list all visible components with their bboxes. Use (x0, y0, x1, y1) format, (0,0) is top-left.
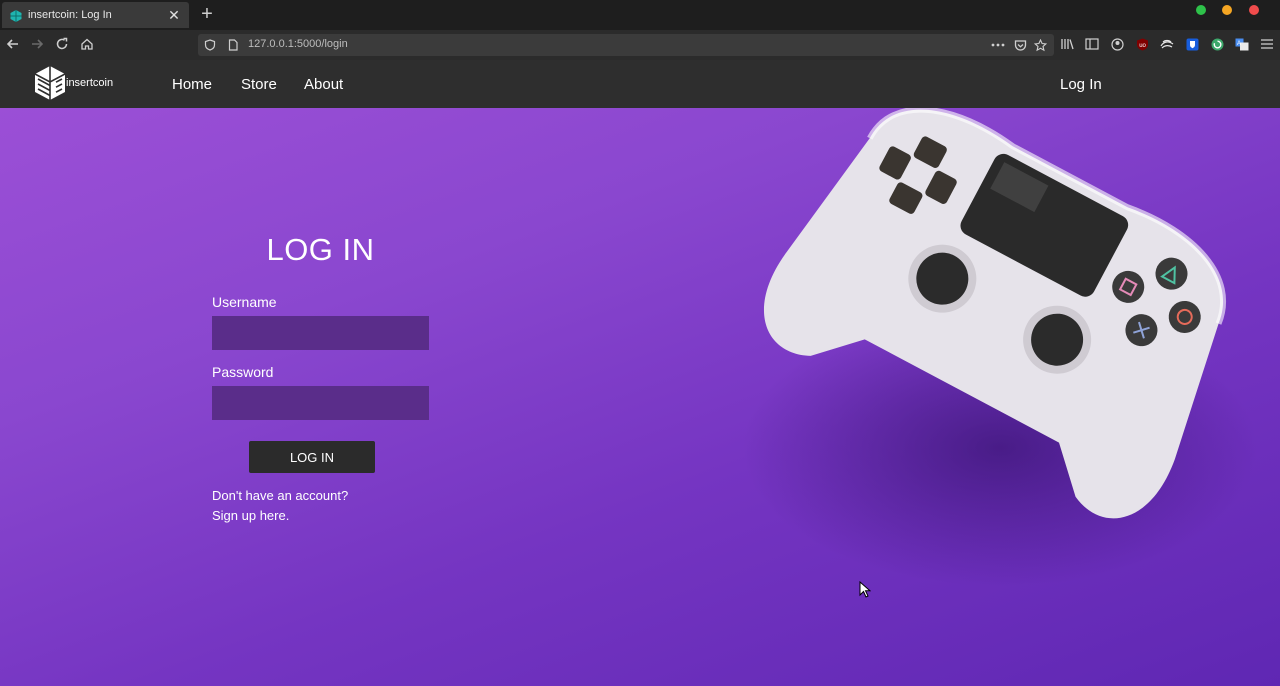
tracking-shield-icon[interactable] (202, 37, 218, 53)
svg-text:uo: uo (1139, 43, 1146, 49)
username-input[interactable] (212, 316, 429, 350)
tab-close-icon[interactable]: ✕ (167, 8, 181, 22)
url-text: 127.0.0.1:5000/login (248, 38, 348, 50)
game-controller-image (763, 108, 1227, 519)
browser-toolbar: 127.0.0.1:5000/login uo A (0, 30, 1280, 60)
nav-store-link[interactable]: Store (241, 76, 277, 93)
address-bar[interactable]: 127.0.0.1:5000/login (198, 34, 1054, 56)
svg-text:A: A (1237, 41, 1241, 47)
window-close-button[interactable] (1249, 5, 1259, 15)
reload-icon[interactable] (52, 34, 72, 54)
home-icon[interactable] (77, 34, 97, 54)
username-label: Username (212, 294, 277, 310)
password-input[interactable] (212, 386, 429, 420)
nav-login-link[interactable]: Log In (1060, 76, 1102, 93)
window-maximize-button[interactable] (1196, 5, 1206, 15)
logo-text[interactable]: insertcoin (66, 77, 113, 89)
account-icon[interactable] (1109, 36, 1125, 52)
back-arrow-icon[interactable] (3, 34, 23, 54)
page-actions-icon[interactable] (990, 37, 1006, 53)
site-navbar: insertcoin Home Store About Log In (0, 60, 1280, 108)
library-icon[interactable] (1059, 36, 1075, 52)
insertcoin-logo-icon[interactable] (34, 65, 66, 101)
site-favicon-icon (10, 9, 22, 22)
mouse-cursor-icon (859, 581, 871, 598)
ublock-icon[interactable]: uo (1134, 36, 1150, 52)
bitwarden-icon[interactable] (1184, 36, 1200, 52)
hero-section: LOG IN Username Password LOG IN Don't ha… (0, 108, 1280, 686)
browser-tab-active[interactable]: insertcoin: Log In ✕ (2, 2, 189, 28)
nav-home-link[interactable]: Home (172, 76, 212, 93)
password-label: Password (212, 364, 274, 380)
translate-icon[interactable]: A (1234, 36, 1250, 52)
page-info-icon[interactable] (225, 37, 241, 53)
login-submit-button[interactable]: LOG IN (249, 441, 375, 473)
login-heading: LOG IN (266, 232, 375, 267)
bookmark-star-icon[interactable] (1032, 37, 1048, 53)
browser-tabstrip: insertcoin: Log In ✕ + (0, 0, 1280, 30)
pocket-icon[interactable] (1012, 37, 1028, 53)
extension-swirl-icon[interactable] (1159, 36, 1175, 52)
forward-arrow-icon[interactable] (27, 34, 47, 54)
extension-globe-icon[interactable] (1209, 36, 1225, 52)
sidebar-toggle-icon[interactable] (1084, 36, 1100, 52)
signup-prompt: Don't have an account? (212, 488, 349, 503)
tab-title: insertcoin: Log In (28, 9, 112, 21)
hamburger-menu-icon[interactable] (1259, 36, 1275, 52)
nav-about-link[interactable]: About (304, 76, 343, 93)
new-tab-button[interactable]: + (198, 4, 216, 24)
window-minimize-button[interactable] (1222, 5, 1232, 15)
signup-link[interactable]: Sign up here. (212, 508, 289, 523)
